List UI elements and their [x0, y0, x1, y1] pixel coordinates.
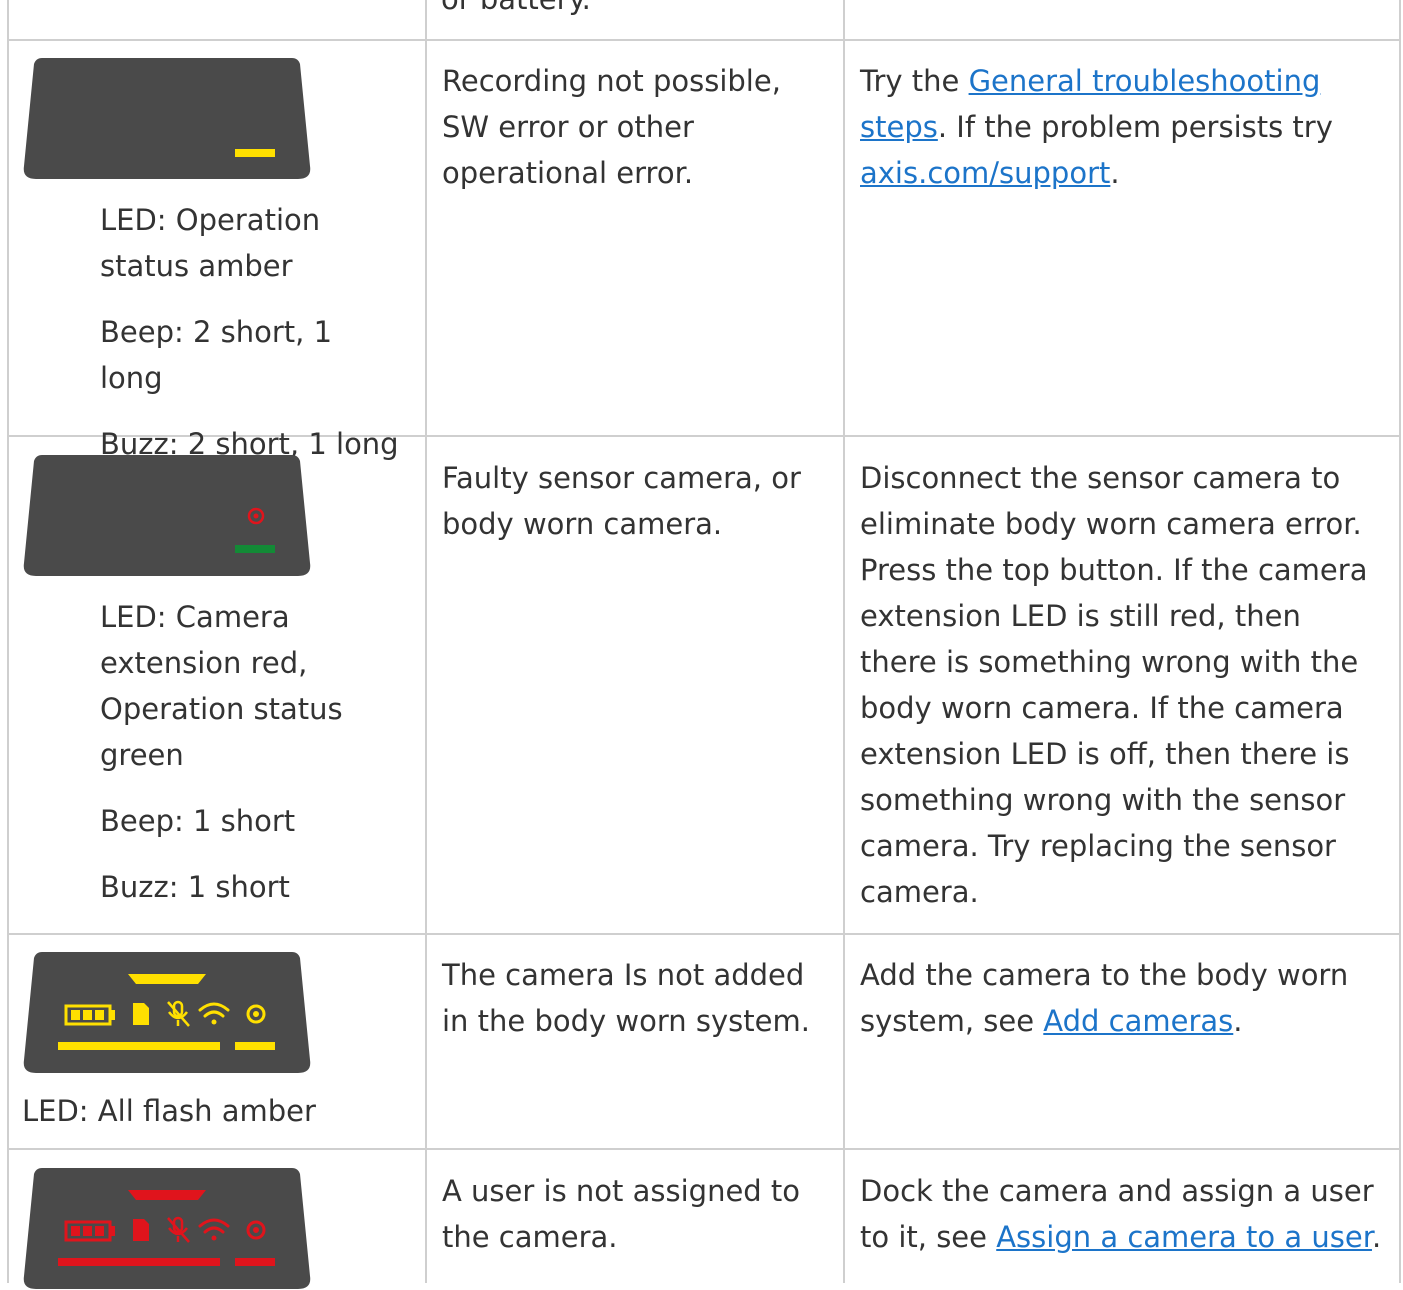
cause-cell: Faulty sensor camera, or body worn camer…	[442, 455, 822, 547]
troubleshooting-table: or battery. LED: Operation status amber …	[0, 0, 1403, 1289]
led-status-cell: LED: Camera extension red, Operation sta…	[0, 594, 380, 910]
row-divider	[8, 1148, 1400, 1150]
cause-text: Recording not possible, SW error or othe…	[442, 64, 781, 190]
top-light-bar	[128, 974, 206, 984]
solution-cell: Add the camera to the body worn system, …	[860, 952, 1380, 1044]
operation-status-led	[235, 149, 275, 157]
row-divider	[8, 933, 1400, 935]
device-illustration	[22, 1168, 312, 1290]
device-illustration	[22, 58, 312, 180]
cause-text: The camera Is not added in the body worn…	[442, 958, 810, 1038]
solution-text: Try the General troubleshooting steps. I…	[860, 64, 1333, 190]
led-description: LED: Operation status amber	[100, 203, 321, 283]
device-illustration	[22, 952, 312, 1074]
sd-card-icon	[133, 1219, 149, 1241]
solution-cell: Try the General troubleshooting steps. I…	[860, 58, 1380, 196]
cause-cell: Recording not possible, SW error or othe…	[442, 58, 822, 196]
row-divider	[8, 39, 1400, 41]
column-divider-2	[843, 0, 845, 1283]
operation-status-led	[235, 1042, 275, 1050]
axis-support-link[interactable]: axis.com/support	[860, 156, 1110, 190]
solution-cell: Disconnect the sensor camera to eliminat…	[860, 455, 1385, 915]
sd-card-icon	[133, 1003, 149, 1025]
column-divider-1	[425, 0, 427, 1283]
device-illustration	[22, 455, 312, 577]
cause-text: A user is not assigned to the camera.	[442, 1174, 801, 1254]
add-cameras-link[interactable]: Add cameras	[1043, 1004, 1233, 1038]
beep-description: Beep: 2 short, 1 long	[100, 315, 333, 395]
solution-text: Dock the camera and assign a user to it,…	[860, 1174, 1382, 1254]
led-status-cell: LED: Operation status amber Beep: 2 shor…	[0, 197, 400, 467]
cause-cell: The camera Is not added in the body worn…	[442, 952, 832, 1044]
recording-light-bar	[58, 1258, 220, 1266]
previous-row-text-fragment: or battery.	[441, 0, 591, 22]
solution-cell: Dock the camera and assign a user to it,…	[860, 1168, 1390, 1260]
solution-text: Disconnect the sensor camera to eliminat…	[860, 461, 1368, 909]
operation-status-led	[235, 1258, 275, 1266]
led-description: LED: All flash amber	[22, 1094, 316, 1128]
cause-cell: A user is not assigned to the camera.	[442, 1168, 822, 1260]
top-light-bar	[128, 1190, 206, 1200]
beep-description: Beep: 1 short	[100, 804, 296, 838]
operation-status-led	[235, 545, 275, 553]
cause-text: Faulty sensor camera, or body worn camer…	[442, 461, 801, 541]
solution-text: Add the camera to the body worn system, …	[860, 958, 1349, 1038]
recording-light-bar	[58, 1042, 220, 1050]
led-status-cell: LED: All flash amber	[22, 1088, 412, 1134]
led-description: LED: Camera extension red, Operation sta…	[100, 600, 343, 772]
buzz-description: Buzz: 1 short	[100, 870, 290, 904]
assign-camera-to-user-link[interactable]: Assign a camera to a user	[996, 1220, 1372, 1254]
table-border-right	[1399, 0, 1401, 1283]
